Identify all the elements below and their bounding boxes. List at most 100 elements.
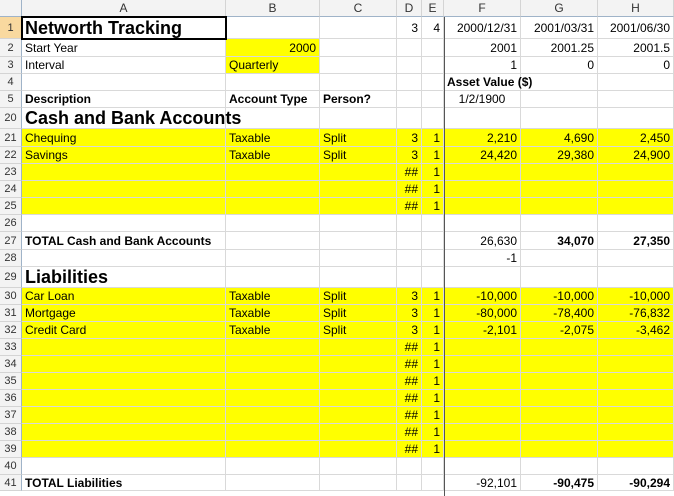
cell-g29[interactable] [521, 267, 598, 288]
cell-e22[interactable]: 1 [422, 147, 444, 164]
cell-h2[interactable]: 2001.5 [598, 39, 674, 57]
cell-d30[interactable]: 3 [397, 288, 422, 305]
cell-g1[interactable]: 2001/03/31 [521, 17, 598, 39]
cell-e37[interactable]: 1 [422, 407, 444, 424]
cell-a4[interactable] [22, 74, 226, 91]
cell-e23[interactable]: 1 [422, 164, 444, 181]
cell-g30[interactable]: -10,000 [521, 288, 598, 305]
cell-a27[interactable]: TOTAL Cash and Bank Accounts [22, 232, 226, 250]
cell-g27[interactable]: 34,070 [521, 232, 598, 250]
cell-c25[interactable] [320, 198, 397, 215]
cell-f30[interactable]: -10,000 [444, 288, 521, 305]
cell-b21[interactable]: Taxable [226, 129, 320, 147]
column-header-b[interactable]: B [226, 0, 320, 17]
cell-e32[interactable]: 1 [422, 322, 444, 339]
cell-d26[interactable] [397, 215, 422, 232]
cell-c40[interactable] [320, 458, 397, 475]
cell-f5[interactable]: 1/2/1900 [444, 91, 521, 108]
cell-b27[interactable] [226, 232, 320, 250]
cell-e20[interactable] [422, 108, 444, 129]
cell-c38[interactable] [320, 424, 397, 441]
row-header-34[interactable]: 34 [0, 356, 22, 373]
cell-a39[interactable] [22, 441, 226, 458]
cell-c27[interactable] [320, 232, 397, 250]
cell-a21[interactable]: Chequing [22, 129, 226, 147]
cell-f2[interactable]: 2001 [444, 39, 521, 57]
cell-b5[interactable]: Account Type [226, 91, 320, 108]
cell-h26[interactable] [598, 215, 674, 232]
cell-a20[interactable]: Cash and Bank Accounts [22, 108, 241, 129]
cell-a3[interactable]: Interval [22, 57, 226, 74]
cell-b37[interactable] [226, 407, 320, 424]
cell-a22[interactable]: Savings [22, 147, 226, 164]
cell-h24[interactable] [598, 181, 674, 198]
row-header-21[interactable]: 21 [0, 129, 22, 147]
column-header-h[interactable]: H [598, 0, 674, 17]
cell-g31[interactable]: -78,400 [521, 305, 598, 322]
cell-b35[interactable] [226, 373, 320, 390]
row-header-32[interactable]: 32 [0, 322, 22, 339]
cell-h40[interactable] [598, 458, 674, 475]
cell-d1[interactable]: 3 [397, 17, 422, 39]
cell-a25[interactable] [22, 198, 226, 215]
spreadsheet[interactable]: ABCDEFGH 1 Networth Tracking 3 4 2000/12/31 2… [0, 0, 674, 496]
cell-c30[interactable]: Split [320, 288, 397, 305]
cell-b22[interactable]: Taxable [226, 147, 320, 164]
cell-f29[interactable] [444, 267, 521, 288]
column-header-a[interactable]: A [22, 0, 226, 17]
row-header-29[interactable]: 29 [0, 267, 22, 288]
cell-h4[interactable] [598, 74, 674, 91]
cell-c4[interactable] [320, 74, 397, 91]
cell-c1[interactable] [320, 17, 397, 39]
row-header-30[interactable]: 30 [0, 288, 22, 305]
row-header-3[interactable]: 3 [0, 57, 22, 74]
cell-b32[interactable]: Taxable [226, 322, 320, 339]
cell-a29[interactable]: Liabilities [22, 267, 226, 288]
cell-c2[interactable] [320, 39, 397, 57]
cell-a33[interactable] [22, 339, 226, 356]
cell-h37[interactable] [598, 407, 674, 424]
cell-h30[interactable]: -10,000 [598, 288, 674, 305]
cell-a2[interactable]: Start Year [22, 39, 226, 57]
cell-d38[interactable]: ## [397, 424, 422, 441]
cell-g26[interactable] [521, 215, 598, 232]
cell-f27[interactable]: 26,630 [444, 232, 521, 250]
row-header-24[interactable]: 24 [0, 181, 22, 198]
cell-d28[interactable] [397, 250, 422, 267]
cell-d35[interactable]: ## [397, 373, 422, 390]
row-header-27[interactable]: 27 [0, 232, 22, 250]
cell-g28[interactable] [521, 250, 598, 267]
cell-e39[interactable]: 1 [422, 441, 444, 458]
cell-g20[interactable] [521, 108, 598, 129]
cell-d31[interactable]: 3 [397, 305, 422, 322]
cell-h23[interactable] [598, 164, 674, 181]
cell-f25[interactable] [444, 198, 521, 215]
cell-g41[interactable]: -90,475 [521, 475, 598, 491]
cell-f31[interactable]: -80,000 [444, 305, 521, 322]
cell-b4[interactable] [226, 74, 320, 91]
cell-h22[interactable]: 24,900 [598, 147, 674, 164]
cell-c29[interactable] [320, 267, 397, 288]
cell-b3[interactable]: Quarterly [226, 57, 320, 74]
row-header-31[interactable]: 31 [0, 305, 22, 322]
cell-b36[interactable] [226, 390, 320, 407]
cell-b28[interactable] [226, 250, 320, 267]
cell-a32[interactable]: Credit Card [22, 322, 226, 339]
cell-d25[interactable]: ## [397, 198, 422, 215]
row-header-28[interactable]: 28 [0, 250, 22, 267]
cell-e27[interactable] [422, 232, 444, 250]
cell-c22[interactable]: Split [320, 147, 397, 164]
row-header-5[interactable]: 5 [0, 91, 22, 108]
cell-e28[interactable] [422, 250, 444, 267]
cell-c31[interactable]: Split [320, 305, 397, 322]
row-header-20[interactable]: 20 [0, 108, 22, 129]
column-header-c[interactable]: C [320, 0, 397, 17]
cell-a26[interactable] [22, 215, 226, 232]
cell-d23[interactable]: ## [397, 164, 422, 181]
cell-c41[interactable] [320, 475, 397, 491]
cell-e40[interactable] [422, 458, 444, 475]
cell-a37[interactable] [22, 407, 226, 424]
cell-a28[interactable] [22, 250, 226, 267]
cell-a30[interactable]: Car Loan [22, 288, 226, 305]
cell-h39[interactable] [598, 441, 674, 458]
